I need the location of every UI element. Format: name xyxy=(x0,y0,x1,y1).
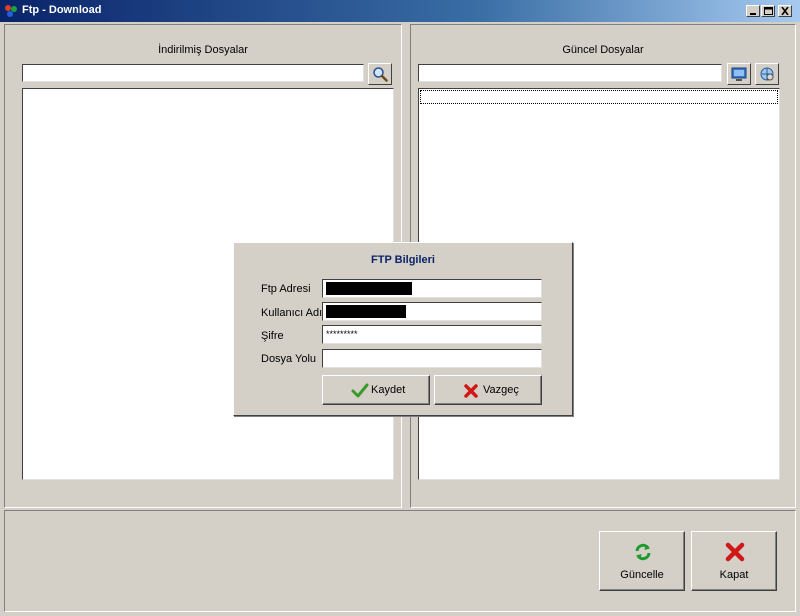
main-window: Ftp - Download İndirilmiş Dosyalar Günce… xyxy=(0,0,800,616)
ftp-info-dialog: FTP Bilgileri Ftp Adresi Kullanıcı Adı Ş… xyxy=(233,242,573,416)
cancel-label: Vazgeç xyxy=(483,384,519,396)
maximize-button[interactable] xyxy=(761,5,775,17)
current-files-label: Güncel Dosyalar xyxy=(562,44,644,56)
current-files-path-input[interactable] xyxy=(418,64,722,82)
update-label: Güncelle xyxy=(620,569,664,581)
username-label: Kullanıcı Adı xyxy=(261,307,323,319)
app-icon xyxy=(5,5,17,17)
checkmark-icon xyxy=(351,383,369,398)
ftp-settings-button[interactable] xyxy=(755,63,779,85)
search-icon xyxy=(373,67,388,82)
network-settings-icon xyxy=(760,67,774,81)
path-label: Dosya Yolu xyxy=(261,353,317,365)
minimize-icon xyxy=(750,13,756,15)
ftp-address-label: Ftp Adresi xyxy=(261,283,311,295)
password-label: Şifre xyxy=(261,330,284,342)
connect-button[interactable] xyxy=(727,63,751,85)
save-label: Kaydet xyxy=(371,384,406,396)
maximize-icon xyxy=(764,7,773,15)
search-button[interactable] xyxy=(368,63,392,85)
path-field[interactable] xyxy=(322,349,542,368)
bottom-panel: Güncelle Kapat xyxy=(4,510,796,612)
save-button[interactable]: Kaydet xyxy=(322,375,430,405)
close-window-button[interactable] xyxy=(778,5,792,17)
password-field[interactable]: ********* xyxy=(322,325,542,344)
downloaded-search-input[interactable] xyxy=(22,64,364,82)
username-field[interactable] xyxy=(322,302,542,321)
close-button[interactable]: Kapat xyxy=(691,531,777,591)
redacted-value xyxy=(326,305,406,318)
list-focus-row[interactable] xyxy=(420,90,778,104)
close-x-icon xyxy=(725,542,745,562)
dialog-title: FTP Bilgileri xyxy=(371,254,435,266)
update-button[interactable]: Güncelle xyxy=(599,531,685,591)
window-title: Ftp - Download xyxy=(22,4,102,16)
refresh-icon xyxy=(635,543,651,561)
close-label: Kapat xyxy=(719,569,749,581)
redacted-value xyxy=(326,282,412,295)
cancel-x-icon xyxy=(464,384,478,398)
ftp-address-field[interactable] xyxy=(322,279,542,298)
close-icon xyxy=(781,7,789,15)
title-bar[interactable]: Ftp - Download xyxy=(0,0,800,22)
monitor-icon xyxy=(731,67,747,81)
downloaded-files-label: İndirilmiş Dosyalar xyxy=(158,44,248,56)
cancel-button[interactable]: Vazgeç xyxy=(434,375,542,405)
minimize-button[interactable] xyxy=(746,5,760,17)
